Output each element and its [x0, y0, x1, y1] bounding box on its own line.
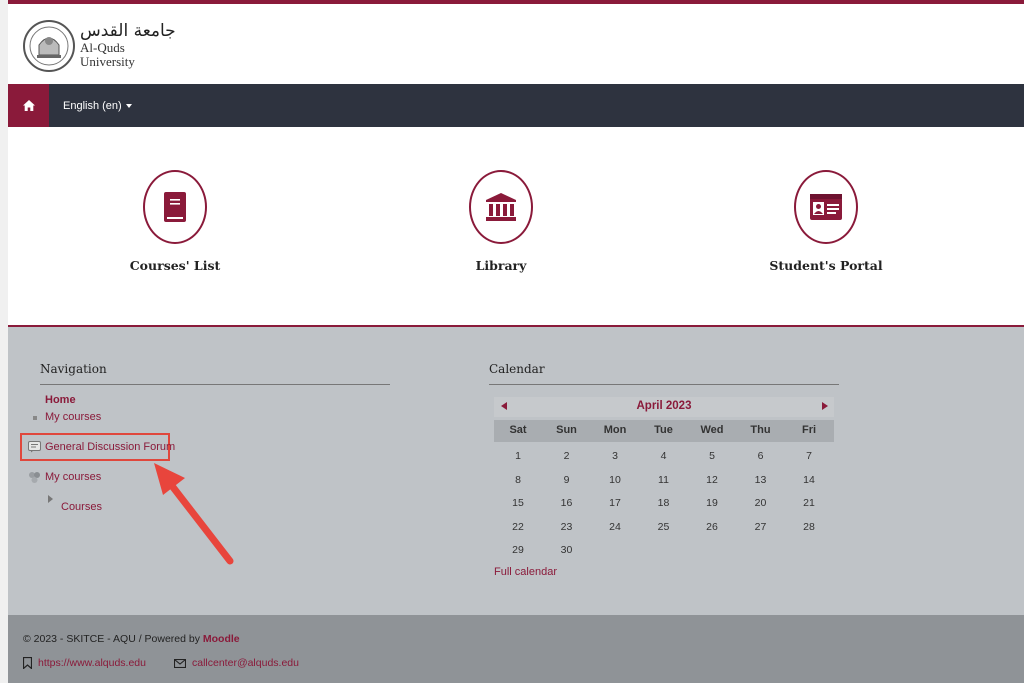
website-url: https://www.alquds.edu: [38, 657, 146, 669]
university-seal-icon: [23, 20, 75, 72]
calendar-day-cell[interactable]: 21: [785, 497, 833, 509]
email-link[interactable]: callcenter@alquds.edu: [174, 657, 299, 669]
calendar-month-label: April 2023: [636, 400, 692, 412]
calendar-day-cell[interactable]: 23: [543, 521, 591, 533]
copyright-text: © 2023 - SKITCE - AQU / Powered by: [23, 633, 203, 645]
site-header: جامعة القدس Al-Quds University: [8, 4, 1024, 84]
navigation-block-title: Navigation: [40, 362, 107, 376]
calendar-day-cell[interactable]: 26: [688, 521, 736, 533]
calendar-day-cell[interactable]: 15: [494, 497, 542, 509]
calendar-day-cell[interactable]: 29: [494, 544, 542, 556]
calendar-day-cell[interactable]: 20: [737, 497, 785, 509]
calendar-day-cell[interactable]: 12: [688, 474, 736, 486]
calendar-day-cell[interactable]: 25: [640, 521, 688, 533]
bookmark-icon: [23, 657, 32, 669]
page: جامعة القدس Al-Quds University English (…: [8, 0, 1024, 683]
courses-list-label: Courses' List: [129, 258, 221, 273]
calendar-weekday-row: Sat Sun Mon Tue Wed Thu Fri: [494, 420, 834, 442]
expand-arrow-icon[interactable]: [48, 495, 53, 503]
student-portal-label: Student's Portal: [769, 258, 883, 273]
courses-list-tile[interactable]: Courses' List: [95, 170, 255, 273]
courses-list-circle: [143, 170, 207, 244]
calendar-day-cell[interactable]: 19: [688, 497, 736, 509]
calendar-day-cell[interactable]: 6: [737, 450, 785, 462]
annotation-arrow-icon: [154, 463, 234, 565]
full-calendar-link[interactable]: Full calendar: [494, 566, 557, 578]
calendar-day-cell[interactable]: 14: [785, 474, 833, 486]
weekday-wed: Wed: [700, 424, 724, 436]
language-selector[interactable]: English (en): [63, 84, 132, 127]
library-building-icon: [486, 193, 516, 221]
calendar-day-cell[interactable]: 1: [494, 450, 542, 462]
university-name-english: Al-Quds University: [80, 40, 135, 70]
calendar-day-cell[interactable]: 18: [640, 497, 688, 509]
bullet-icon: [33, 416, 37, 420]
calendar-day-cell[interactable]: 28: [785, 521, 833, 533]
library-tile[interactable]: Library: [421, 170, 581, 273]
nav-my-courses-link[interactable]: My courses: [45, 411, 101, 423]
calendar-day-cell[interactable]: 5: [688, 450, 736, 462]
library-label: Library: [475, 258, 527, 273]
book-icon: [164, 192, 186, 222]
website-link[interactable]: https://www.alquds.edu: [23, 657, 146, 669]
blocks-region: Navigation Home My courses General Discu…: [8, 327, 1024, 615]
calendar-day-cell[interactable]: 30: [543, 544, 591, 556]
university-name-arabic: جامعة القدس: [80, 21, 176, 42]
library-circle: [469, 170, 533, 244]
nav-my-courses-branch[interactable]: My courses: [45, 471, 101, 483]
calendar-day-cell[interactable]: 11: [640, 474, 688, 486]
home-icon: [22, 100, 35, 111]
nav-home-link[interactable]: Home: [45, 394, 76, 406]
id-card-icon: [810, 194, 842, 220]
calendar-day-cell[interactable]: 16: [543, 497, 591, 509]
calendar-day-cell[interactable]: 27: [737, 521, 785, 533]
student-portal-tile[interactable]: Student's Portal: [746, 170, 906, 273]
calendar-day-cell[interactable]: 10: [591, 474, 639, 486]
weekday-thu: Thu: [750, 424, 771, 436]
next-month-arrow-icon[interactable]: [822, 402, 828, 410]
calendar-block-title: Calendar: [489, 362, 545, 376]
site-footer: © 2023 - SKITCE - AQU / Powered by Moodl…: [8, 615, 1024, 683]
quick-links: Courses' List Library Student's Portal: [8, 127, 1024, 326]
calendar-day-cell[interactable]: 4: [640, 450, 688, 462]
moodle-link[interactable]: Moodle: [203, 633, 240, 645]
calendar-month-header: April 2023: [494, 397, 834, 417]
email-address: callcenter@alquds.edu: [192, 657, 299, 669]
calendar-day-cell[interactable]: 7: [785, 450, 833, 462]
navigation-title-rule: [40, 384, 390, 385]
calendar-day-cell[interactable]: 24: [591, 521, 639, 533]
general-discussion-forum-link[interactable]: General Discussion Forum: [45, 441, 175, 453]
weekday-sun: Sun: [556, 424, 577, 436]
caret-down-icon: [125, 104, 132, 108]
weekday-sat: Sat: [509, 424, 527, 436]
calendar-day-cell[interactable]: 17: [591, 497, 639, 509]
top-navbar: English (en): [8, 84, 1024, 127]
calendar-day-cell[interactable]: 13: [737, 474, 785, 486]
home-button[interactable]: [8, 84, 49, 127]
student-portal-circle: [794, 170, 858, 244]
calendar-day-cell[interactable]: 8: [494, 474, 542, 486]
calendar-title-rule: [489, 384, 839, 385]
language-label: English (en): [63, 99, 122, 112]
weekday-fri: Fri: [801, 424, 817, 436]
weekday-tue: Tue: [654, 424, 673, 436]
weekday-mon: Mon: [603, 424, 627, 436]
calendar-day-cell[interactable]: 9: [543, 474, 591, 486]
envelope-icon: [174, 658, 186, 668]
courses-tree-icon: [29, 472, 40, 483]
calendar-day-cell[interactable]: 2: [543, 450, 591, 462]
calendar-day-cell[interactable]: 3: [591, 450, 639, 462]
copyright-line: © 2023 - SKITCE - AQU / Powered by Moodl…: [23, 633, 240, 645]
calendar-day-cell[interactable]: 22: [494, 521, 542, 533]
university-logo[interactable]: جامعة القدس Al-Quds University: [22, 15, 182, 77]
forum-icon: [28, 441, 41, 453]
nav-courses-link[interactable]: Courses: [61, 501, 102, 513]
